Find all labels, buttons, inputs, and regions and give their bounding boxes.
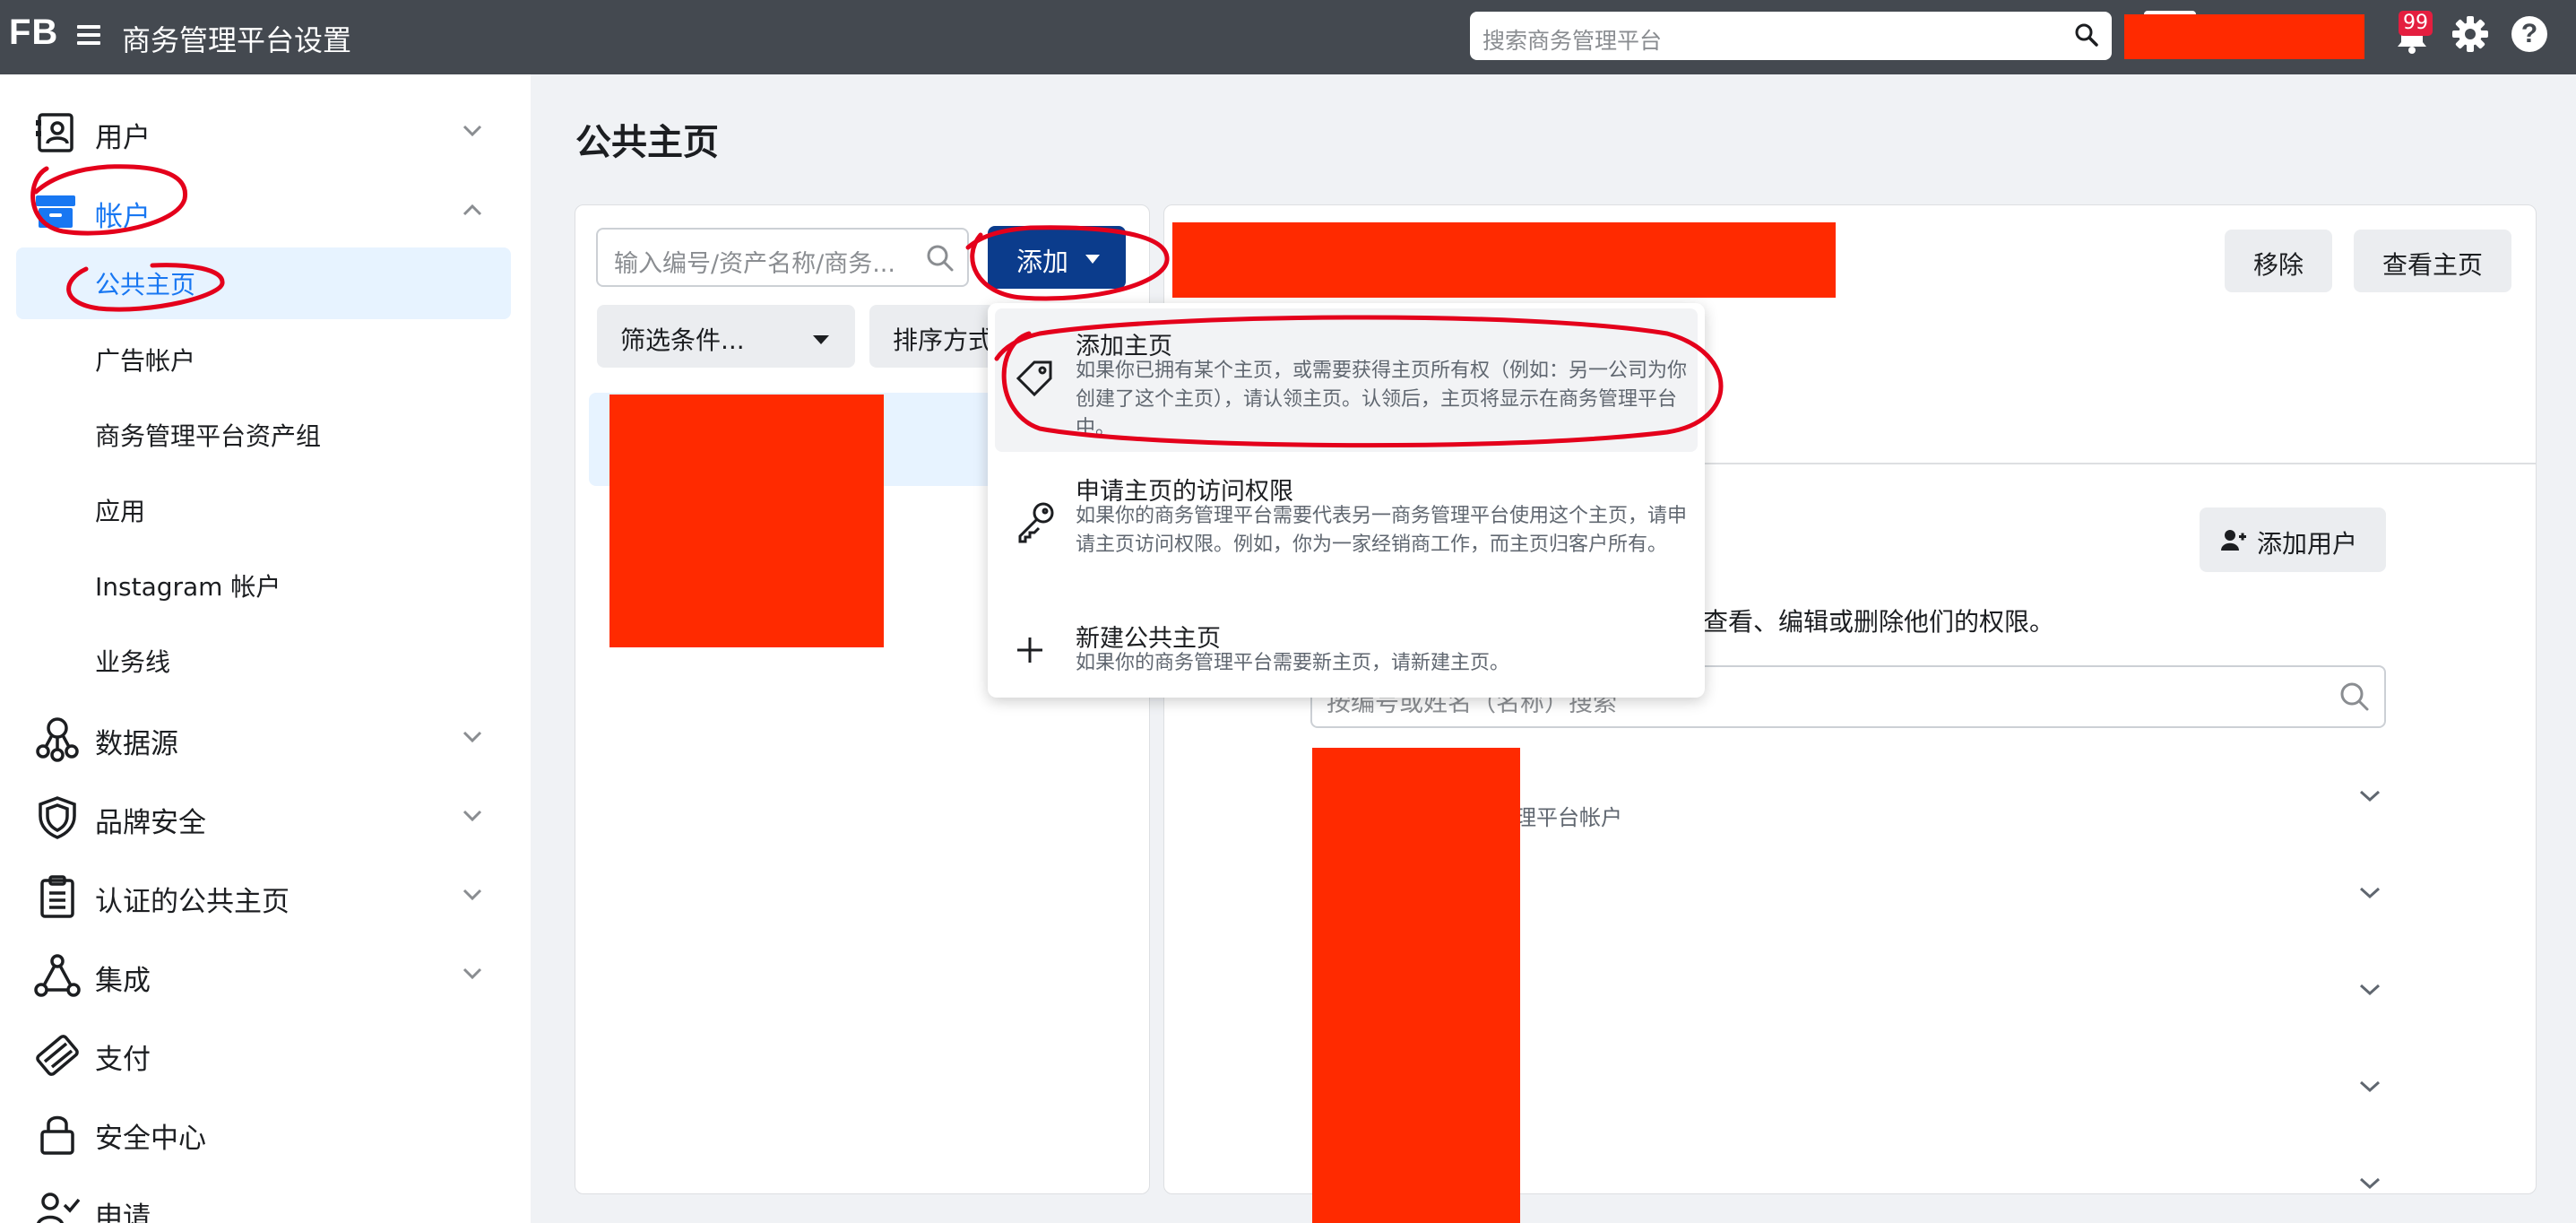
redacted-page-name <box>1172 222 1836 298</box>
global-search-placeholder: 搜索商务管理平台 <box>1482 28 1663 54</box>
menu-item-request-access[interactable]: 申请主页的访问权限 如果你的商务管理平台需要代表另一商务管理平台使用这个主页，请… <box>995 461 1698 604</box>
filter-button[interactable]: 筛选条件... <box>597 305 855 368</box>
sidebar-subitem-apps[interactable]: 应用 <box>95 492 145 528</box>
menu-item-description: 如果你已拥有某个主页，或需要获得主页所有权（例如：另一公司为你创建了这个主页），… <box>1076 360 1688 439</box>
add-button[interactable]: 添加 <box>988 226 1126 289</box>
tag-icon <box>1015 359 1056 403</box>
sidebar-subitem-lines-of-business[interactable]: 业务线 <box>95 643 170 679</box>
integration-icon <box>34 952 81 999</box>
shield-icon <box>34 794 81 841</box>
credit-card-icon <box>34 1031 81 1078</box>
data-sources-icon <box>34 716 81 762</box>
chevron-down-icon[interactable] <box>462 124 482 141</box>
app-title: 商务管理平台设置 <box>122 23 352 57</box>
redacted-account-name[interactable] <box>2124 14 2364 59</box>
gear-icon[interactable] <box>2451 14 2490 57</box>
key-icon <box>1015 500 1056 549</box>
sidebar-item-label: 认证的公共主页 <box>95 886 290 918</box>
sidebar-item-users[interactable]: 用户 <box>34 104 500 158</box>
search-icon[interactable] <box>926 244 955 276</box>
menu-item-create-page[interactable]: 新建公共主页 如果你的商务管理平台需要新主页，请新建主页。 <box>995 610 1698 692</box>
add-button-label: 添加 <box>1016 247 1069 277</box>
chevron-down-icon[interactable] <box>2359 886 2381 903</box>
search-icon[interactable] <box>2339 681 2370 716</box>
lock-icon <box>34 1110 81 1157</box>
permissions-description: 查看、编辑或删除他们的权限。 <box>1703 607 2055 637</box>
asset-search-placeholder: 输入编号/资产名称/商务... <box>614 250 895 278</box>
sidebar-item-requests[interactable]: 申请 <box>34 1184 500 1223</box>
chevron-down-icon[interactable] <box>2359 1080 2381 1097</box>
view-page-button[interactable]: 查看主页 <box>2354 230 2511 292</box>
search-icon[interactable] <box>2074 22 2099 51</box>
sidebar-subitem-pages[interactable]: 公共主页 <box>95 265 195 301</box>
sidebar-item-security-center[interactable]: 安全中心 <box>34 1105 500 1158</box>
add-user-button-label: 添加用户 <box>2257 529 2358 559</box>
chevron-down-icon[interactable] <box>2359 789 2381 806</box>
page-title: 公共主页 <box>575 122 719 163</box>
sort-button-label: 排序方式 <box>893 325 994 355</box>
plus-icon <box>1015 635 1045 669</box>
top-bar: FB 商务管理平台设置 搜索商务管理平台 99 ? <box>0 0 2576 74</box>
people-row-subtitle: 理平台帐户 <box>1515 805 1622 830</box>
chevron-down-icon[interactable] <box>2359 983 2381 1000</box>
sidebar-item-integrations[interactable]: 集成 <box>34 947 500 1001</box>
sidebar-item-label: 支付 <box>95 1044 151 1076</box>
view-page-button-label: 查看主页 <box>2382 250 2483 280</box>
sort-button[interactable]: 排序方式 <box>869 305 995 368</box>
caret-down-icon <box>812 332 830 349</box>
sidebar-item-accounts[interactable]: 帐户 <box>34 183 500 237</box>
chevron-down-icon[interactable] <box>2359 1176 2381 1193</box>
sidebar-item-label: 集成 <box>95 965 151 997</box>
redacted-asset-thumbnail <box>609 395 884 647</box>
sidebar-item-data-sources[interactable]: 数据源 <box>34 710 500 764</box>
sidebar-item-label: 用户 <box>95 122 151 154</box>
sidebar-item-label: 申请 <box>95 1201 151 1223</box>
users-icon <box>34 109 81 156</box>
chevron-down-icon[interactable] <box>462 888 482 905</box>
sidebar-item-verified-pages[interactable]: 认证的公共主页 <box>34 868 500 922</box>
chevron-down-icon[interactable] <box>462 967 482 984</box>
caret-down-icon <box>1085 251 1101 268</box>
app-logo[interactable]: FB <box>9 13 58 53</box>
add-user-icon <box>2221 527 2246 556</box>
add-dropdown-menu: 添加主页 如果你已拥有某个主页，或需要获得主页所有权（例如：另一公司为你创建了这… <box>988 303 1705 698</box>
remove-button-label: 移除 <box>2252 250 2304 280</box>
remove-button[interactable]: 移除 <box>2225 230 2332 292</box>
sidebar-item-payments[interactable]: 支付 <box>34 1026 500 1080</box>
sidebar-item-label: 数据源 <box>95 728 178 760</box>
request-icon <box>34 1189 81 1223</box>
chevron-down-icon[interactable] <box>462 809 482 826</box>
notification-badge: 99 <box>2399 11 2433 36</box>
sidebar-subitem-ad-accounts[interactable]: 广告帐户 <box>95 342 195 377</box>
menu-item-description: 如果你的商务管理平台需要新主页，请新建主页。 <box>1076 652 1510 674</box>
accounts-icon <box>34 188 81 235</box>
sidebar-item-label: 帐户 <box>95 201 151 233</box>
global-search-input[interactable]: 搜索商务管理平台 <box>1470 12 2112 60</box>
redacted-people-list <box>1312 748 1520 1223</box>
sidebar-item-label: 安全中心 <box>95 1123 206 1155</box>
menu-item-description: 如果你的商务管理平台需要代表另一商务管理平台使用这个主页，请申请主页访问权限。例… <box>1076 505 1688 556</box>
filter-button-label: 筛选条件... <box>620 325 745 355</box>
help-icon[interactable]: ? <box>2511 16 2547 52</box>
menu-item-add-page[interactable]: 添加主页 如果你已拥有某个主页，或需要获得主页所有权（例如：另一公司为你创建了这… <box>995 308 1698 452</box>
menu-icon[interactable] <box>77 25 100 45</box>
sidebar-item-label: 品牌安全 <box>95 807 206 839</box>
sidebar-item-brand-safety[interactable]: 品牌安全 <box>34 789 500 843</box>
chevron-up-icon[interactable] <box>462 203 482 220</box>
chevron-down-icon[interactable] <box>462 730 482 747</box>
clipboard-icon <box>34 873 81 920</box>
sidebar-subitem-asset-groups[interactable]: 商务管理平台资产组 <box>95 417 321 453</box>
asset-search-input[interactable]: 输入编号/资产名称/商务... <box>596 228 969 287</box>
sidebar-active-highlight <box>16 247 511 319</box>
add-user-button[interactable]: 添加用户 <box>2200 507 2386 572</box>
sidebar-subitem-instagram[interactable]: Instagram 帐户 <box>95 568 281 603</box>
